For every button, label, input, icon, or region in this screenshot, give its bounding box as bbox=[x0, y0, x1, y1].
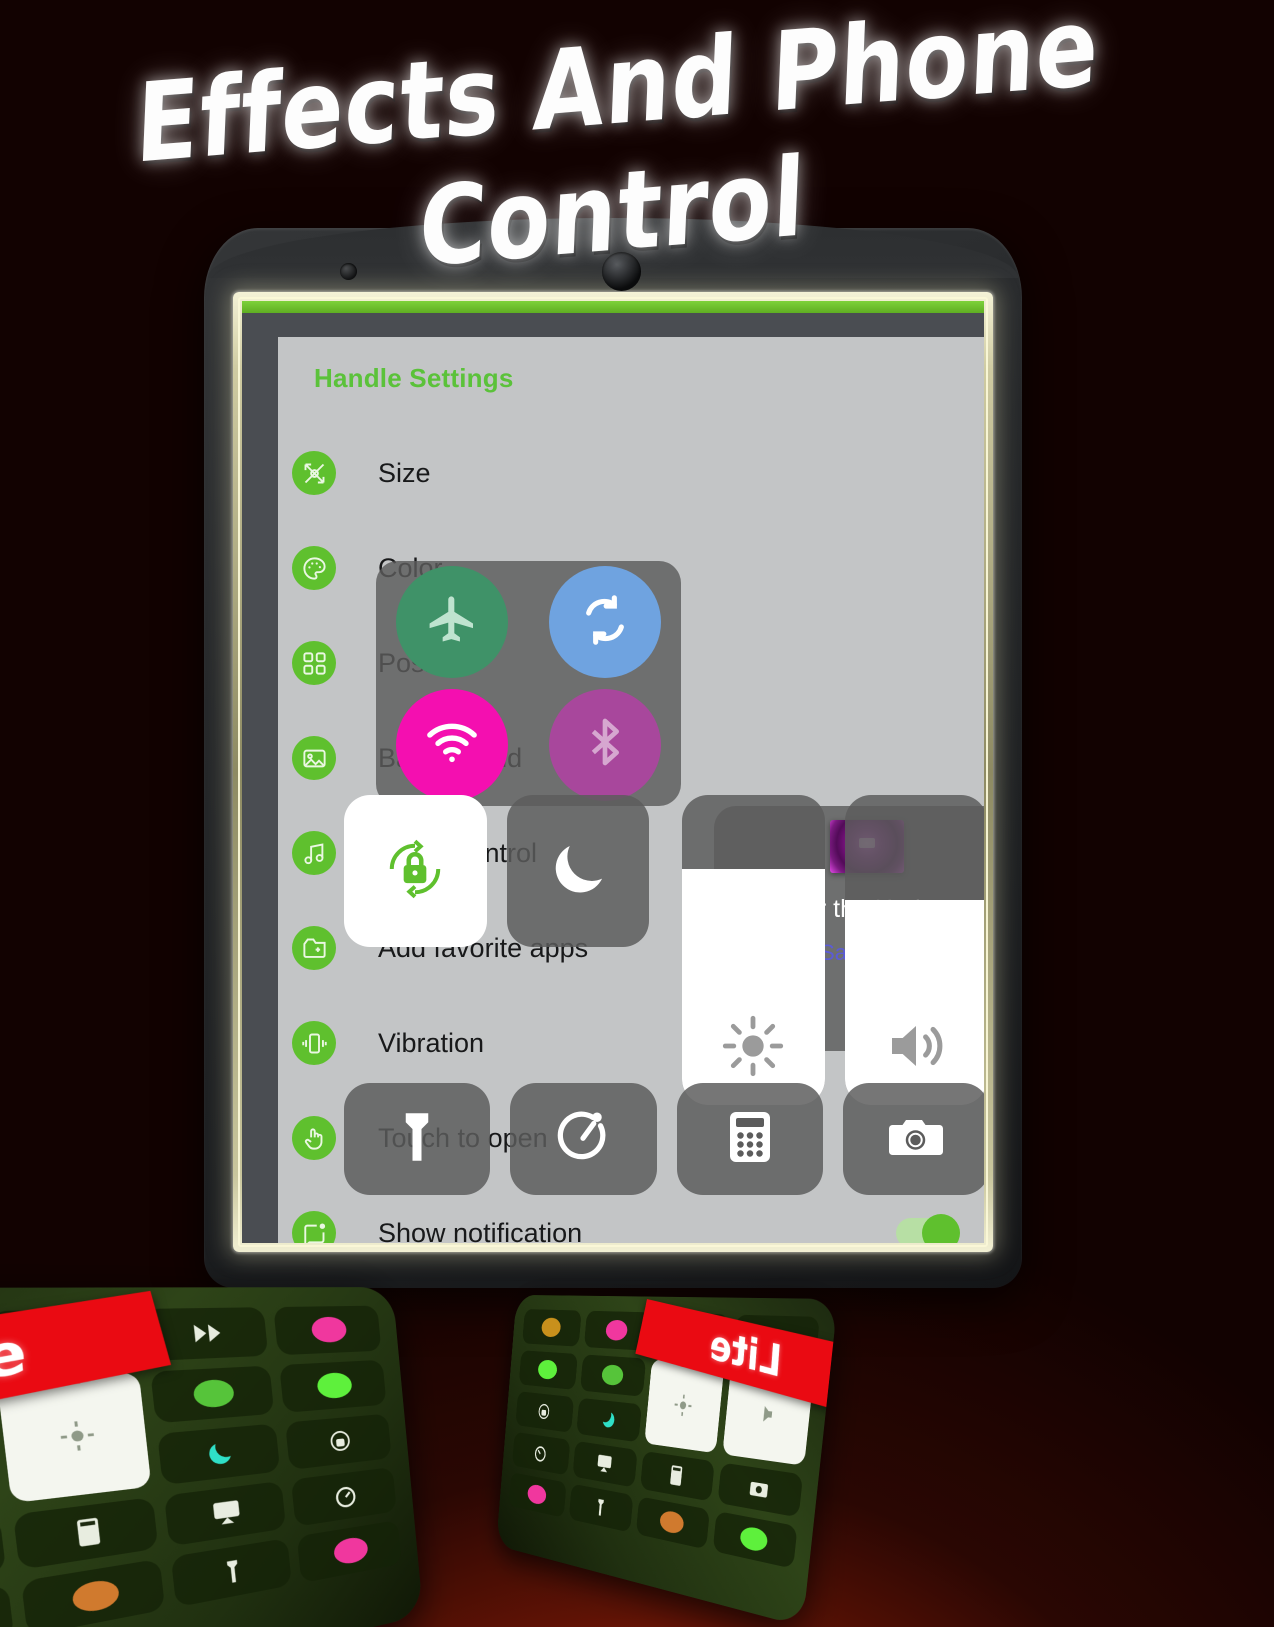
lite-orange-dot-icon bbox=[20, 1558, 165, 1627]
setting-label: Color bbox=[378, 552, 443, 583]
lite-flashlight-icon bbox=[170, 1537, 293, 1608]
handle-settings-page: Handle Settings Size Color Position Back… bbox=[278, 337, 984, 1243]
setting-label: Background bbox=[378, 742, 523, 773]
notification-icon bbox=[292, 1211, 336, 1243]
setting-label: Show notification bbox=[378, 1217, 583, 1244]
setting-row-show-notification[interactable]: Show notification bbox=[278, 1205, 984, 1243]
apps-add-icon bbox=[292, 926, 336, 970]
lite-timer-icon bbox=[291, 1467, 397, 1527]
setting-label: Touch to open bbox=[378, 1122, 548, 1153]
lite-timer-icon bbox=[511, 1431, 571, 1476]
lite-pink-dot-icon bbox=[508, 1472, 567, 1518]
setting-row-touch-to-open[interactable]: Touch to open bbox=[278, 1110, 984, 1166]
lite-screen-timeout-icon bbox=[572, 1440, 639, 1488]
image-icon bbox=[292, 736, 336, 780]
lite-wifi-icon bbox=[279, 1359, 387, 1413]
front-camera-icon bbox=[602, 252, 641, 291]
setting-label: Music control bbox=[378, 837, 538, 868]
resize-icon bbox=[292, 451, 336, 495]
status-bar bbox=[242, 301, 984, 313]
setting-row-size[interactable]: Size bbox=[278, 445, 984, 501]
phone-mockup: Handle Settings Size Color Position Back… bbox=[204, 218, 1022, 1288]
lite-airplane-icon bbox=[522, 1309, 582, 1347]
vibration-icon bbox=[292, 1021, 336, 1065]
lite-calculator-icon bbox=[640, 1450, 715, 1502]
lite-lock-icon bbox=[515, 1391, 574, 1433]
setting-row-color[interactable]: Color bbox=[278, 540, 984, 596]
proximity-sensor-icon bbox=[340, 263, 357, 280]
setting-row-add-favorite-apps[interactable]: Add favorite apps bbox=[278, 920, 984, 976]
touch-hand-icon bbox=[292, 1116, 336, 1160]
lite-rotate-icon bbox=[273, 1305, 382, 1356]
lite-moon-icon bbox=[156, 1423, 281, 1486]
setting-label: Vibration bbox=[378, 1027, 485, 1058]
lite-calculator-icon bbox=[12, 1497, 158, 1571]
lite-bluetooth-icon bbox=[149, 1365, 275, 1424]
lite-thumbnail-left: Lite bbox=[0, 1287, 424, 1627]
lite-badge-label: Lite bbox=[705, 1321, 788, 1387]
setting-row-background[interactable]: Background bbox=[278, 730, 984, 786]
color-palette-icon bbox=[292, 546, 336, 590]
setting-label: Size bbox=[378, 457, 431, 488]
promo-screenshot: Effects And Phone Control Handle Setting… bbox=[0, 0, 1274, 1627]
lite-flashlight-icon bbox=[568, 1483, 634, 1533]
music-note-icon bbox=[292, 831, 336, 875]
lite-thumbnail-right: Lite bbox=[496, 1294, 838, 1627]
setting-label: Position bbox=[378, 647, 475, 678]
lite-lock-icon bbox=[285, 1413, 392, 1471]
screen-bezel: Handle Settings Size Color Position Back… bbox=[233, 292, 993, 1252]
setting-row-vibration[interactable]: Vibration bbox=[278, 1015, 984, 1071]
lite-camera-icon bbox=[717, 1462, 804, 1518]
lite-orange-dot-icon bbox=[636, 1496, 711, 1550]
lite-wifi-icon bbox=[518, 1350, 578, 1390]
lite-green-dot-icon bbox=[0, 1583, 15, 1627]
phone-screen: Handle Settings Size Color Position Back… bbox=[242, 301, 984, 1243]
setting-row-music-control[interactable]: Music control bbox=[278, 825, 984, 881]
lite-bluetooth-icon bbox=[579, 1354, 647, 1397]
setting-label: Add favorite apps bbox=[378, 932, 589, 963]
lite-green-dot-icon bbox=[712, 1511, 798, 1569]
lite-camera-icon bbox=[0, 1516, 6, 1598]
lite-screen-timeout-icon bbox=[163, 1480, 287, 1547]
setting-row-position[interactable]: Position bbox=[278, 635, 984, 691]
lite-moon-icon bbox=[576, 1397, 643, 1443]
page-title: Handle Settings bbox=[314, 363, 514, 393]
lite-pink-dot-icon bbox=[296, 1520, 402, 1584]
grid-position-icon bbox=[292, 641, 336, 685]
show-notification-toggle[interactable] bbox=[896, 1214, 960, 1243]
